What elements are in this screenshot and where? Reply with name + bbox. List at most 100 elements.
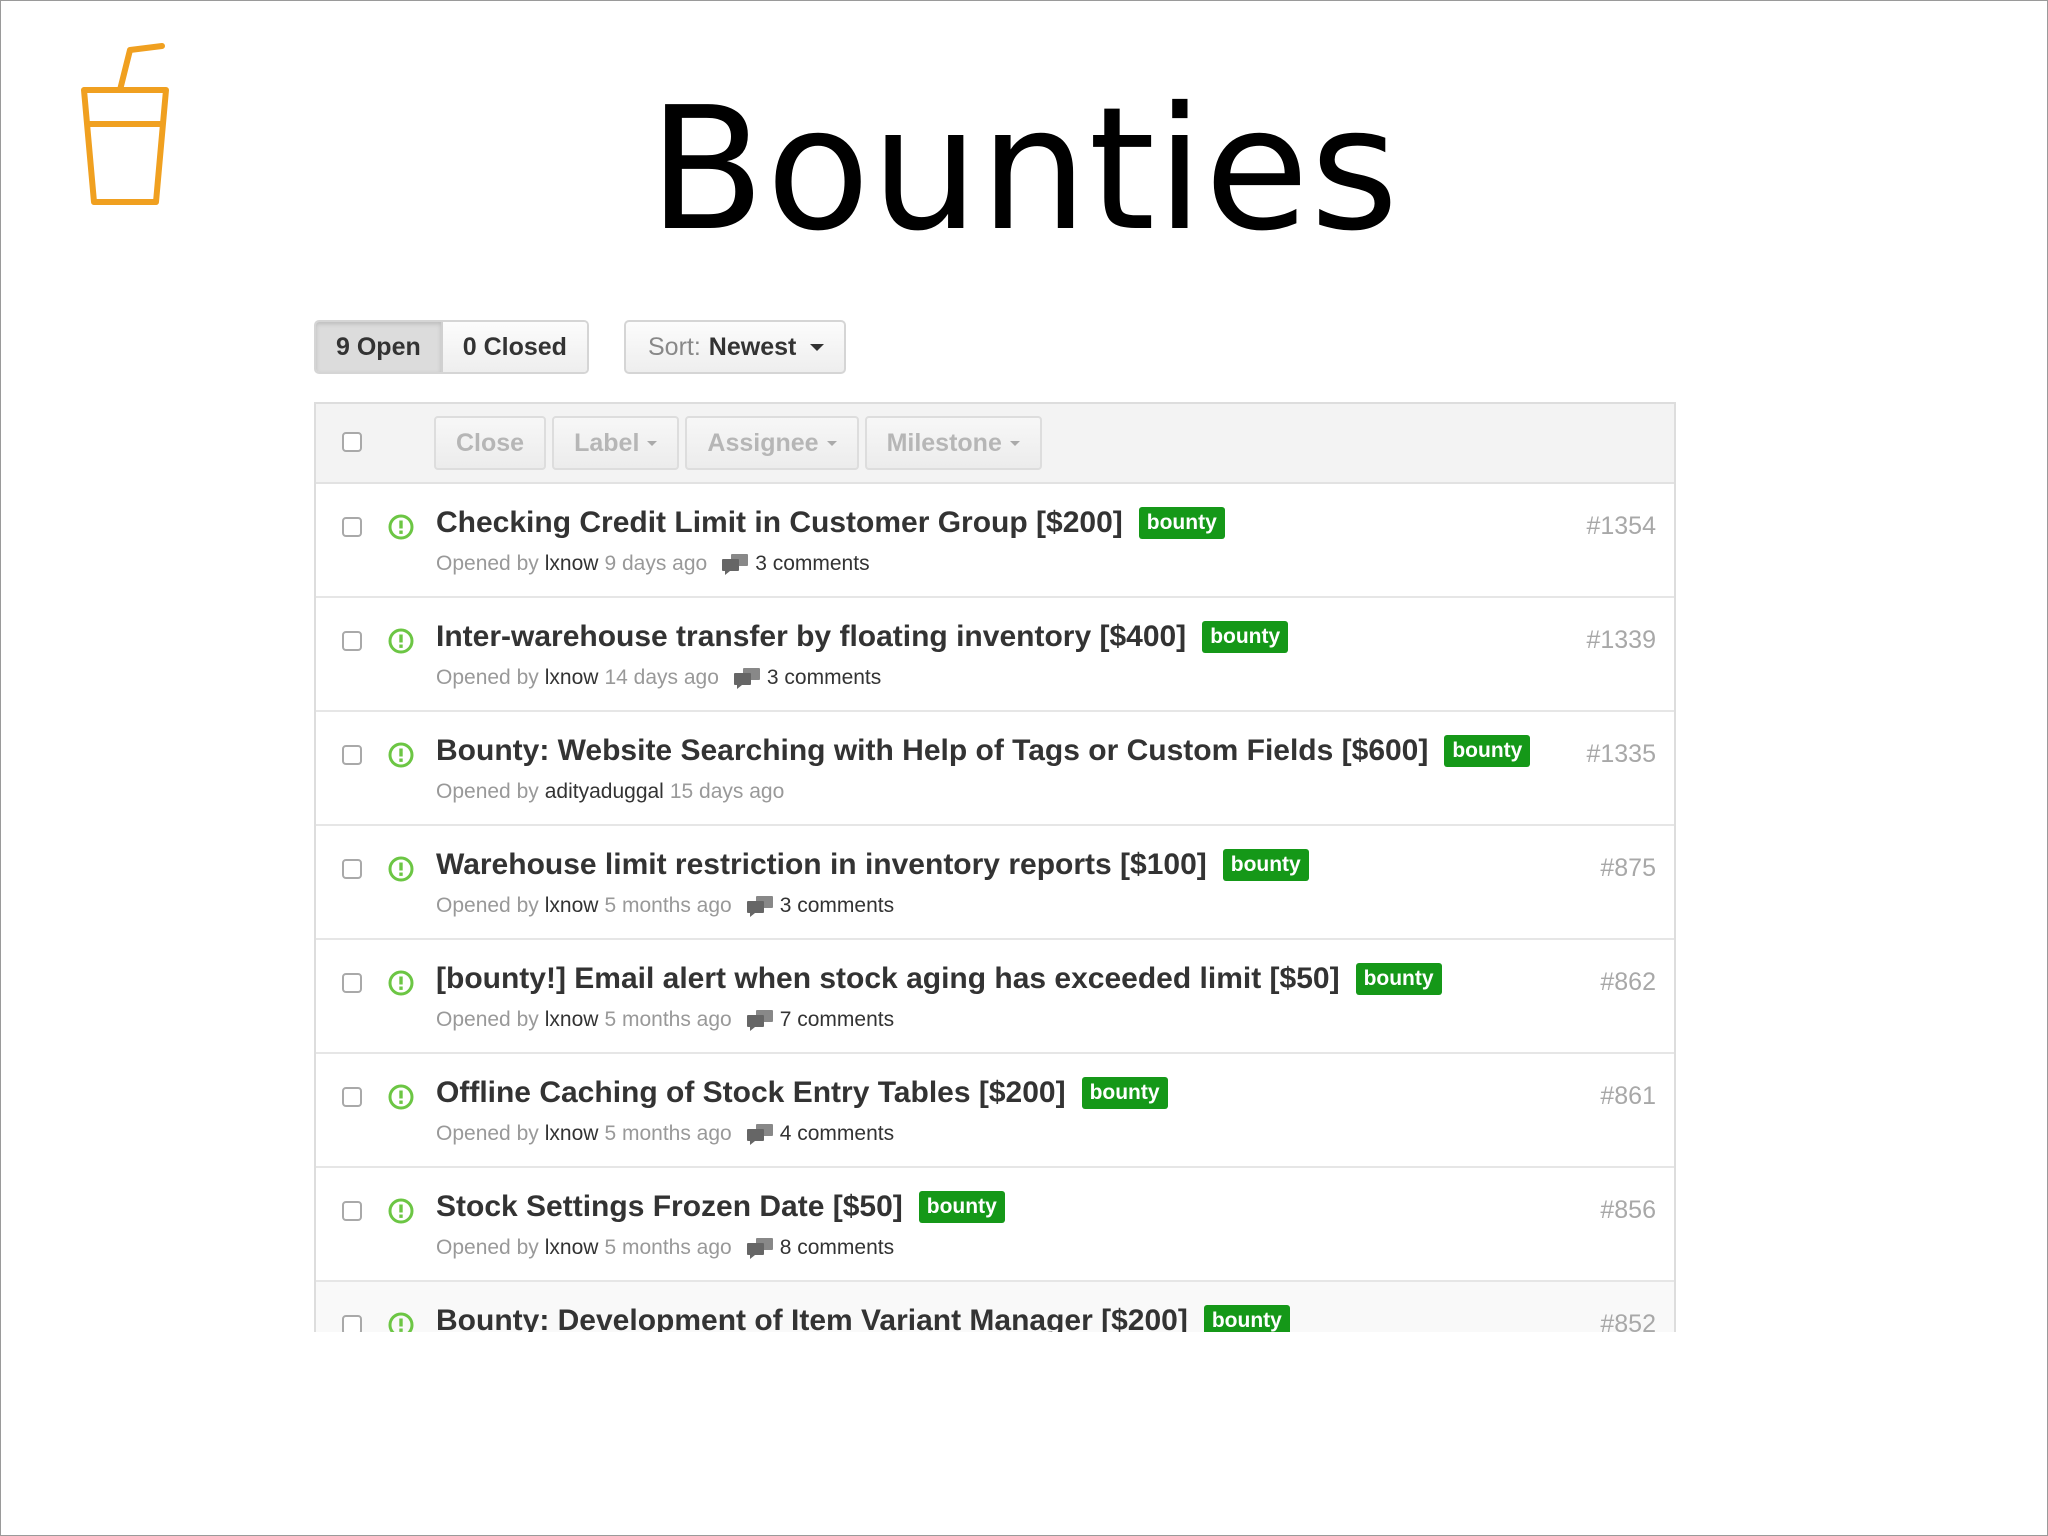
comment-icon	[746, 896, 773, 917]
issue-checkbox[interactable]	[342, 859, 362, 879]
issue-checkbox[interactable]	[342, 973, 362, 993]
slide-title: Bounties	[648, 71, 1400, 269]
sort-value: Newest	[708, 333, 797, 361]
comments-link[interactable]: 8 comments	[746, 1236, 894, 1260]
comment-icon	[746, 1010, 773, 1031]
comments-link[interactable]: 3 comments	[733, 666, 881, 690]
issue-opened-icon	[388, 1198, 414, 1224]
comments-link[interactable]: 3 comments	[721, 552, 870, 576]
issue-title: Bounty: Website Searching with Help of T…	[436, 734, 1531, 768]
issue-meta: Opened by lxnow 5 months ago 7 comments	[436, 1008, 894, 1032]
issue-checkbox[interactable]	[342, 745, 362, 765]
issues-list-panel: Close Label Assignee Milestone Checking …	[314, 402, 1676, 1332]
issues-list: Checking Credit Limit in Customer Group …	[316, 484, 1674, 1332]
opened-by-label: Opened by	[436, 666, 539, 689]
issue-checkbox[interactable]	[342, 631, 362, 651]
issue-author-link[interactable]: lxnow	[545, 1008, 599, 1032]
issue-title-link[interactable]: Checking Credit Limit in Customer Group …	[436, 506, 1123, 540]
issue-author-link[interactable]: adityaduggal	[545, 780, 664, 804]
issue-author-link[interactable]: lxnow	[545, 1236, 599, 1260]
issue-meta: Opened by lxnow 5 months ago 8 comments	[436, 1236, 894, 1260]
bounty-label-badge[interactable]: bounty	[1203, 1305, 1290, 1332]
issue-title: Checking Credit Limit in Customer Group …	[436, 506, 1225, 540]
issue-author-link[interactable]: lxnow	[545, 1122, 599, 1146]
issue-row: Checking Credit Limit in Customer Group …	[316, 484, 1674, 598]
issue-opened-icon	[388, 742, 414, 768]
opened-by-label: Opened by	[436, 780, 539, 803]
issue-title-link[interactable]: Inter-warehouse transfer by floating inv…	[436, 620, 1186, 654]
issue-age: 5 months ago	[604, 1122, 732, 1145]
bounty-label-badge[interactable]: bounty	[1222, 849, 1309, 881]
opened-by-label: Opened by	[436, 1236, 539, 1259]
bounty-label-badge[interactable]: bounty	[1138, 507, 1225, 539]
issue-checkbox[interactable]	[342, 1315, 362, 1332]
issue-number: #1354	[1586, 512, 1656, 540]
issue-row: Stock Settings Frozen Date [$50] bounty Op…	[316, 1168, 1674, 1282]
issue-age: 14 days ago	[604, 666, 719, 689]
issue-checkbox[interactable]	[342, 517, 362, 537]
issue-title-link[interactable]: Stock Settings Frozen Date [$50]	[436, 1190, 903, 1224]
issue-number: #1335	[1586, 740, 1656, 768]
issue-title: Bounty: Development of Item Variant Mana…	[436, 1304, 1290, 1332]
issue-title-link[interactable]: Bounty: Development of Item Variant Mana…	[436, 1304, 1188, 1332]
issue-checkbox[interactable]	[342, 1087, 362, 1107]
closed-issues-button[interactable]: 0 Closed	[442, 322, 587, 372]
issue-row: Inter-warehouse transfer by floating inv…	[316, 598, 1674, 712]
comment-icon	[746, 1238, 773, 1259]
open-issues-button[interactable]: 9 Open	[316, 322, 443, 372]
issue-number: #856	[1600, 1196, 1656, 1224]
issue-author-link[interactable]: lxnow	[545, 666, 599, 690]
issue-row: Offline Caching of Stock Entry Tables [$…	[316, 1054, 1674, 1168]
opened-by-label: Opened by	[436, 552, 539, 575]
bounty-label-badge[interactable]: bounty	[1202, 621, 1289, 653]
comments-count: 3 comments	[755, 552, 870, 575]
bounty-label-badge[interactable]: bounty	[1444, 735, 1531, 767]
issue-age: 5 months ago	[604, 1008, 732, 1031]
issue-state-toggle: 9 Open 0 Closed	[314, 320, 589, 374]
opened-by-label: Opened by	[436, 1008, 539, 1031]
chevron-down-icon	[1009, 440, 1020, 446]
comments-link[interactable]: 3 comments	[746, 894, 894, 918]
issue-title: [bounty!] Email alert when stock aging h…	[436, 962, 1442, 996]
bounty-label-badge[interactable]: bounty	[1355, 963, 1442, 995]
close-issues-button[interactable]: Close	[434, 416, 547, 470]
issue-number: #852	[1600, 1310, 1656, 1332]
issue-row: Warehouse limit restriction in inventory…	[316, 826, 1674, 940]
comment-icon	[722, 554, 749, 575]
issue-title-link[interactable]: Bounty: Website Searching with Help of T…	[436, 734, 1428, 768]
issue-checkbox[interactable]	[342, 1201, 362, 1221]
issue-row: [bounty!] Email alert when stock aging h…	[316, 940, 1674, 1054]
issue-number: #875	[1600, 854, 1656, 882]
sort-dropdown[interactable]: Sort: Newest	[624, 320, 847, 374]
issue-title: Offline Caching of Stock Entry Tables [$…	[436, 1076, 1168, 1110]
issue-opened-icon	[388, 970, 414, 996]
issue-title-link[interactable]: Offline Caching of Stock Entry Tables [$…	[436, 1076, 1066, 1110]
comment-icon	[733, 668, 760, 689]
issue-number: #1339	[1586, 626, 1656, 654]
issue-title-link[interactable]: [bounty!] Email alert when stock aging h…	[436, 962, 1340, 996]
comments-count: 4 comments	[779, 1122, 895, 1145]
select-all-checkbox[interactable]	[342, 432, 362, 452]
comments-link[interactable]: 4 comments	[746, 1122, 894, 1146]
issue-opened-icon	[388, 628, 414, 654]
issue-author-link[interactable]: lxnow	[545, 552, 599, 576]
issue-title-link[interactable]: Warehouse limit restriction in inventory…	[436, 848, 1207, 882]
issue-title: Stock Settings Frozen Date [$50] bounty	[436, 1190, 1005, 1224]
issue-age: 5 months ago	[604, 1236, 732, 1259]
milestone-dropdown[interactable]: Milestone	[864, 416, 1042, 470]
chevron-down-icon	[647, 440, 658, 446]
comments-link[interactable]: 7 comments	[746, 1008, 894, 1032]
assignee-dropdown[interactable]: Assignee	[685, 416, 859, 470]
bulk-actions-toolbar: Close Label Assignee Milestone	[316, 404, 1674, 484]
bounty-label-badge[interactable]: bounty	[918, 1191, 1005, 1223]
issue-opened-icon	[388, 1084, 414, 1110]
issue-number: #861	[1600, 1082, 1656, 1110]
issue-age: 5 months ago	[604, 894, 732, 917]
issue-author-link[interactable]: lxnow	[545, 894, 599, 918]
label-dropdown[interactable]: Label	[552, 416, 680, 470]
bounty-label-badge[interactable]: bounty	[1081, 1077, 1168, 1109]
comments-count: 8 comments	[779, 1236, 895, 1259]
opened-by-label: Opened by	[436, 894, 539, 917]
comments-count: 7 comments	[779, 1008, 895, 1031]
issue-meta: Opened by adityaduggal 15 days ago	[436, 780, 784, 804]
